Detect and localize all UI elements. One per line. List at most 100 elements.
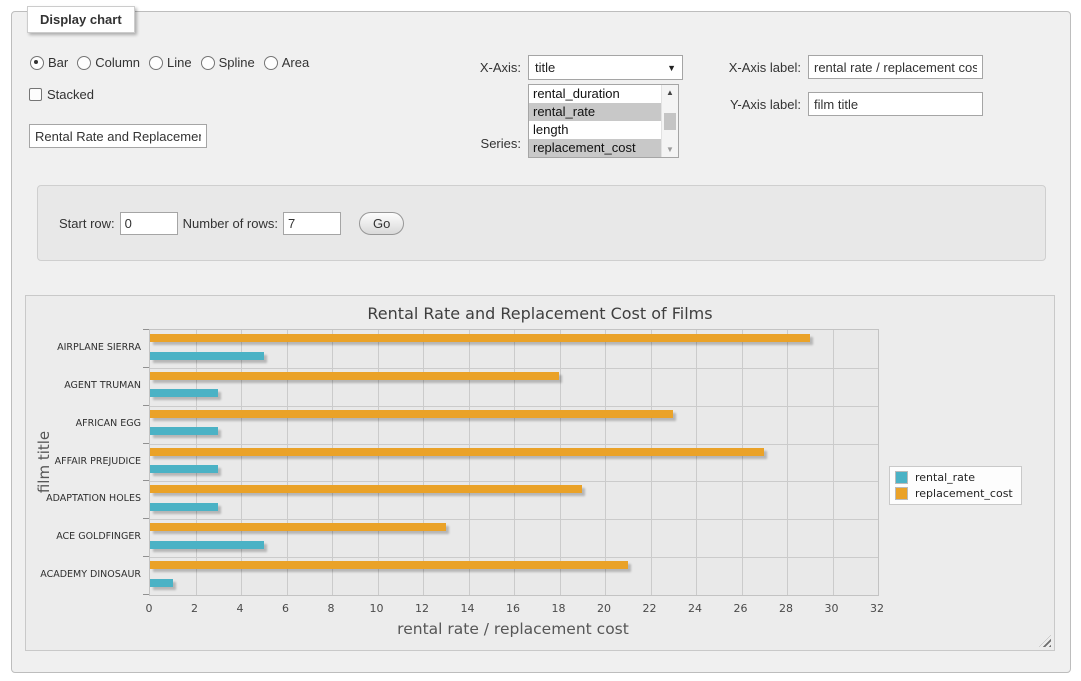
radio-label: Bar	[48, 55, 68, 70]
x-tick-label: 4	[237, 602, 244, 615]
chart-type-option-column[interactable]: Column	[77, 55, 140, 70]
x-axis-label-input[interactable]	[808, 55, 983, 79]
gridline	[514, 330, 515, 595]
gridline	[833, 330, 834, 595]
x-tick-label: 26	[734, 602, 748, 615]
x-axis-title: rental rate / replacement cost	[149, 620, 877, 638]
x-axis-label: X-Axis:	[432, 60, 521, 76]
bar-rental_rate	[150, 541, 264, 549]
scrollbar[interactable]: ▲ ▼	[661, 85, 678, 157]
scrollbar-thumb[interactable]	[664, 113, 676, 130]
y-tick-mark	[143, 405, 149, 406]
chart-type-radio-group: Bar Column Line Spline Area	[30, 55, 309, 70]
x-tick-label: 22	[643, 602, 657, 615]
x-axis-selected-value: title	[535, 60, 555, 75]
chart-type-option-area[interactable]: Area	[264, 55, 309, 70]
chart-type-option-line[interactable]: Line	[149, 55, 192, 70]
radio-icon[interactable]	[264, 56, 278, 70]
chart-legend: rental_rate replacement_cost	[889, 466, 1022, 505]
scroll-up-icon[interactable]: ▲	[662, 85, 678, 100]
radio-icon[interactable]	[77, 56, 91, 70]
y-tick-mark	[143, 594, 149, 595]
y-tick-mark	[143, 443, 149, 444]
panel-title: Display chart	[27, 6, 135, 33]
legend-item: rental_rate	[895, 471, 1013, 484]
gridline	[150, 557, 878, 558]
y-axis-label-input[interactable]	[808, 92, 983, 116]
legend-swatch	[895, 471, 908, 484]
category-label: AGENT TRUMAN	[29, 380, 141, 392]
category-label: AFRICAN EGG	[29, 418, 141, 430]
gridline	[378, 330, 379, 595]
resize-handle-icon[interactable]	[1039, 635, 1051, 647]
x-tick-label: 2	[191, 602, 198, 615]
chart-title-input[interactable]	[29, 124, 207, 148]
bar-replacement_cost	[150, 561, 628, 569]
gridline	[287, 330, 288, 595]
category-label: AIRPLANE SIERRA	[29, 342, 141, 354]
page: Display chart Bar Column Line Spline Are…	[0, 0, 1081, 681]
start-row-label: Start row:	[59, 216, 115, 231]
y-axis-label-caption: Y-Axis label:	[706, 97, 801, 113]
series-options: rental_durationrental_ratelengthreplacem…	[529, 85, 661, 157]
gridline	[150, 368, 878, 369]
bar-rental_rate	[150, 389, 218, 397]
gridline	[332, 330, 333, 595]
radio-icon[interactable]	[30, 56, 44, 70]
radio-icon[interactable]	[149, 56, 163, 70]
x-tick-label: 6	[282, 602, 289, 615]
bar-replacement_cost	[150, 334, 810, 342]
plot-area	[149, 329, 879, 596]
gridline	[196, 330, 197, 595]
gridline	[560, 330, 561, 595]
chart-container: Rental Rate and Replacement Cost of Film…	[25, 295, 1055, 651]
series-option[interactable]: replacement_cost	[529, 139, 661, 157]
series-option[interactable]: length	[529, 121, 661, 139]
chevron-down-icon: ▼	[667, 63, 676, 73]
y-tick-mark	[143, 518, 149, 519]
gridline	[696, 330, 697, 595]
gridline	[241, 330, 242, 595]
series-option[interactable]: rental_rate	[529, 103, 661, 121]
bar-rental_rate	[150, 352, 264, 360]
x-axis-select[interactable]: title ▼	[528, 55, 683, 80]
bar-replacement_cost	[150, 448, 764, 456]
number-of-rows-input[interactable]	[283, 212, 341, 235]
radio-label: Line	[167, 55, 192, 70]
radio-label: Area	[282, 55, 309, 70]
y-tick-mark	[143, 367, 149, 368]
gridline	[469, 330, 470, 595]
checkbox-icon[interactable]	[29, 88, 42, 101]
x-tick-label: 0	[146, 602, 153, 615]
go-button[interactable]: Go	[359, 212, 404, 235]
chart-type-option-spline[interactable]: Spline	[201, 55, 255, 70]
scroll-down-icon[interactable]: ▼	[662, 142, 678, 157]
y-tick-mark	[143, 556, 149, 557]
legend-item: replacement_cost	[895, 487, 1013, 500]
series-option[interactable]: rental_duration	[529, 85, 661, 103]
x-tick-label: 16	[506, 602, 520, 615]
stacked-checkbox-row[interactable]: Stacked	[29, 87, 94, 102]
x-tick-label: 8	[328, 602, 335, 615]
gridline	[423, 330, 424, 595]
start-row-input[interactable]	[120, 212, 178, 235]
x-tick-label: 28	[779, 602, 793, 615]
stacked-label: Stacked	[47, 87, 94, 102]
bar-rental_rate	[150, 465, 218, 473]
display-chart-panel: Display chart Bar Column Line Spline Are…	[11, 11, 1071, 673]
category-label: ADAPTATION HOLES	[29, 493, 141, 505]
bar-replacement_cost	[150, 410, 673, 418]
series-listbox[interactable]: rental_durationrental_ratelengthreplacem…	[528, 84, 679, 158]
legend-label: rental_rate	[915, 471, 975, 484]
chart-type-option-bar[interactable]: Bar	[30, 55, 68, 70]
legend-swatch	[895, 487, 908, 500]
gridline	[742, 330, 743, 595]
category-label: AFFAIR PREJUDICE	[29, 456, 141, 468]
radio-icon[interactable]	[201, 56, 215, 70]
bar-rental_rate	[150, 503, 218, 511]
x-tick-label: 30	[825, 602, 839, 615]
y-tick-mark	[143, 480, 149, 481]
chart-title: Rental Rate and Replacement Cost of Film…	[26, 304, 1054, 323]
y-tick-mark	[143, 329, 149, 330]
legend-label: replacement_cost	[915, 487, 1013, 500]
